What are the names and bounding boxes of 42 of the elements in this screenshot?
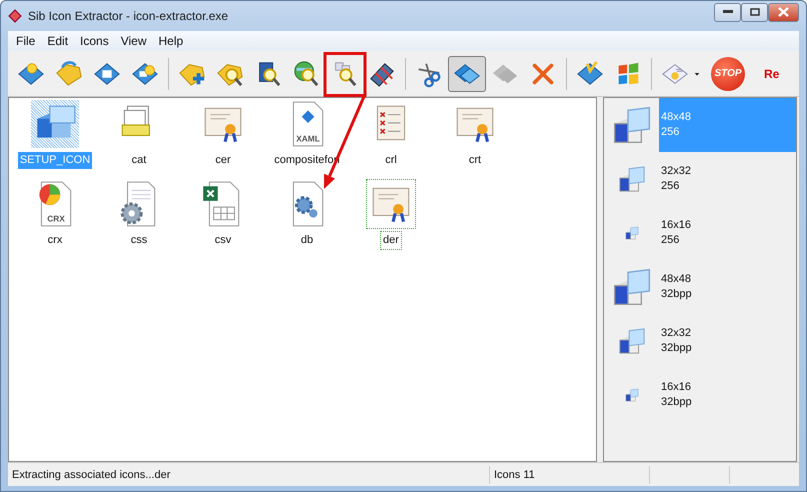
register-link[interactable]: Re [764,64,780,82]
maximize-icon [750,8,760,16]
format-entry[interactable]: 16x16 256 [659,206,796,260]
file-name[interactable]: crl [383,152,399,168]
globe-search-icon [292,60,320,88]
computer-box-icon [618,327,646,355]
certificate-icon [367,180,415,228]
menu-item[interactable]: Edit [41,32,74,50]
file-name[interactable]: der [381,232,401,248]
app-icon [8,9,22,23]
box-check-icon [576,60,604,88]
close-button[interactable] [768,2,799,22]
format-entry[interactable]: 32x32 256 [659,152,796,206]
menu-item[interactable]: File [10,32,42,50]
file-name[interactable]: cer [213,152,233,168]
folder-icon [55,60,83,88]
format-entry[interactable]: 32x32 32bpp [659,314,796,368]
maximize-button[interactable] [741,2,768,22]
format-entry[interactable]: 48x48 32bpp [659,260,796,314]
file-name[interactable]: crt [466,152,484,168]
minimize-icon [722,10,732,14]
file-name[interactable]: cat [130,152,148,168]
menu-item[interactable]: View [114,32,153,50]
setup-box-icon [31,100,79,148]
file-name[interactable]: crx [46,232,64,248]
file-name[interactable]: csv [212,232,234,248]
format-entry[interactable]: 16x16 32bpp [659,368,796,422]
icon-count: Icons 11 [490,466,650,484]
highlight-frame [324,52,366,97]
computer-box-icon [624,388,638,402]
computer-box-icon [612,105,652,145]
status-message: Extracting associated icons...der [8,466,490,484]
file-name[interactable]: css [128,232,150,248]
window-title: Sib Icon Extractor - icon-extractor.exe [28,8,228,25]
computer-box-icon [612,267,652,307]
minimize-button[interactable] [714,2,741,22]
menu-item[interactable]: Help [152,32,190,50]
file-name[interactable]: db [298,232,316,248]
computer-box-icon [618,165,646,193]
close-icon [778,7,789,17]
menu-item[interactable]: Icons [74,32,115,50]
computer-box-icon [624,226,638,240]
